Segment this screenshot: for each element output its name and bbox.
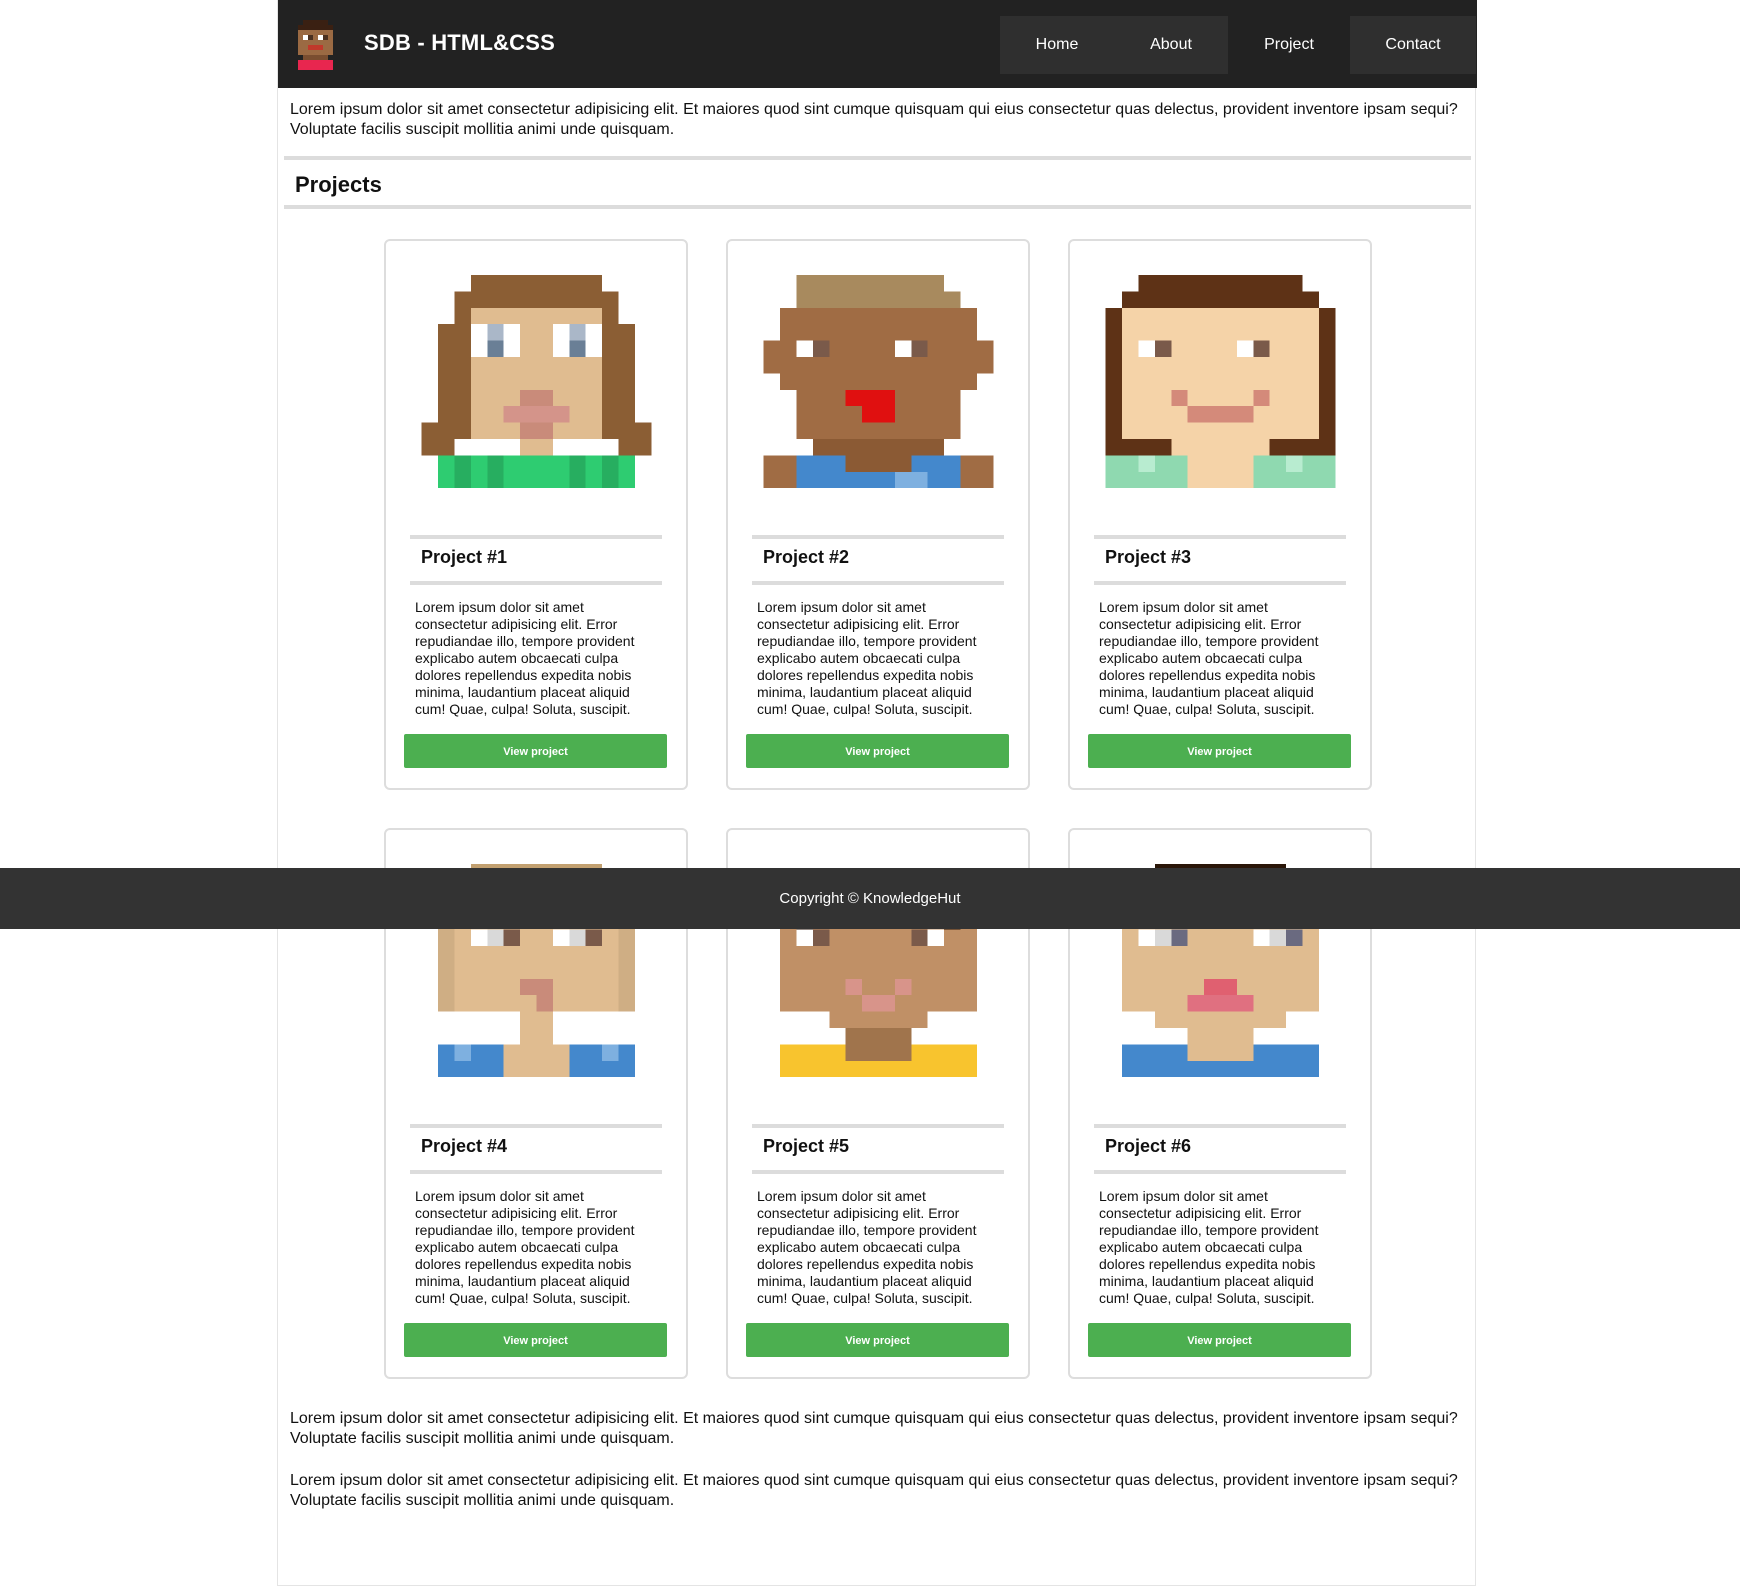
- project-card-2: Project #2 Lorem ipsum dolor sit amet co…: [726, 239, 1030, 790]
- card-divider: [752, 581, 1004, 585]
- main-nav: Home About Project Contact: [1000, 16, 1476, 74]
- avatar-1-icon: [421, 275, 652, 489]
- card-description: Lorem ipsum dolor sit amet consectetur a…: [757, 599, 977, 717]
- project-card-3: Project #3 Lorem ipsum dolor sit amet co…: [1068, 239, 1372, 790]
- card-description: Lorem ipsum dolor sit amet consectetur a…: [1099, 599, 1319, 717]
- site-footer: Copyright © KnowledgeHut: [0, 868, 1740, 929]
- card-divider: [1094, 535, 1346, 539]
- card-divider: [1094, 581, 1346, 585]
- card-description: Lorem ipsum dolor sit amet consectetur a…: [1099, 1188, 1319, 1306]
- card-divider: [1094, 1170, 1346, 1174]
- outro-paragraph-1: Lorem ipsum dolor sit amet consectetur a…: [290, 1410, 1458, 1447]
- card-title: Project #3: [1105, 547, 1192, 567]
- card-title: Project #2: [763, 547, 850, 567]
- card-title: Project #6: [1105, 1136, 1192, 1156]
- view-project-button[interactable]: View project: [404, 1323, 667, 1357]
- view-project-button[interactable]: View project: [1088, 734, 1351, 768]
- card-divider: [410, 1170, 662, 1174]
- view-project-button[interactable]: View project: [404, 734, 667, 768]
- card-description: Lorem ipsum dolor sit amet consectetur a…: [415, 1188, 635, 1306]
- nav-contact-link[interactable]: Contact: [1350, 16, 1476, 74]
- view-project-button[interactable]: View project: [1088, 1323, 1351, 1357]
- intro-paragraph: Lorem ipsum dolor sit amet consectetur a…: [290, 101, 1458, 138]
- view-project-button[interactable]: View project: [746, 1323, 1009, 1357]
- card-divider: [752, 1124, 1004, 1128]
- page-container: SDB - HTML&CSS Home About Project Contac…: [277, 0, 1477, 1586]
- card-divider: [410, 1124, 662, 1128]
- card-divider: [410, 581, 662, 585]
- card-description: Lorem ipsum dolor sit amet consectetur a…: [415, 599, 635, 717]
- logo-avatar-icon: [298, 20, 333, 70]
- card-divider: [410, 535, 662, 539]
- nav-about-link[interactable]: About: [1114, 16, 1228, 74]
- projects-heading-bar: Projects: [284, 156, 1471, 209]
- view-project-button[interactable]: View project: [746, 734, 1009, 768]
- card-divider: [752, 535, 1004, 539]
- card-divider: [1094, 1124, 1346, 1128]
- section-title: Projects: [295, 172, 382, 197]
- project-card-1: Project #1 Lorem ipsum dolor sit amet co…: [384, 239, 688, 790]
- card-title: Project #4: [421, 1136, 508, 1156]
- card-title: Project #5: [763, 1136, 850, 1156]
- nav-home-link[interactable]: Home: [1000, 16, 1114, 74]
- card-divider: [752, 1170, 1004, 1174]
- card-title: Project #1: [421, 547, 508, 567]
- site-header: SDB - HTML&CSS Home About Project Contac…: [278, 0, 1477, 88]
- brand-title: SDB - HTML&CSS: [364, 30, 556, 55]
- nav-project-link[interactable]: Project: [1228, 16, 1350, 74]
- avatar-2-icon: [763, 275, 994, 489]
- avatar-3-icon: [1105, 275, 1336, 489]
- card-description: Lorem ipsum dolor sit amet consectetur a…: [757, 1188, 977, 1306]
- outro-paragraph-2: Lorem ipsum dolor sit amet consectetur a…: [290, 1472, 1458, 1509]
